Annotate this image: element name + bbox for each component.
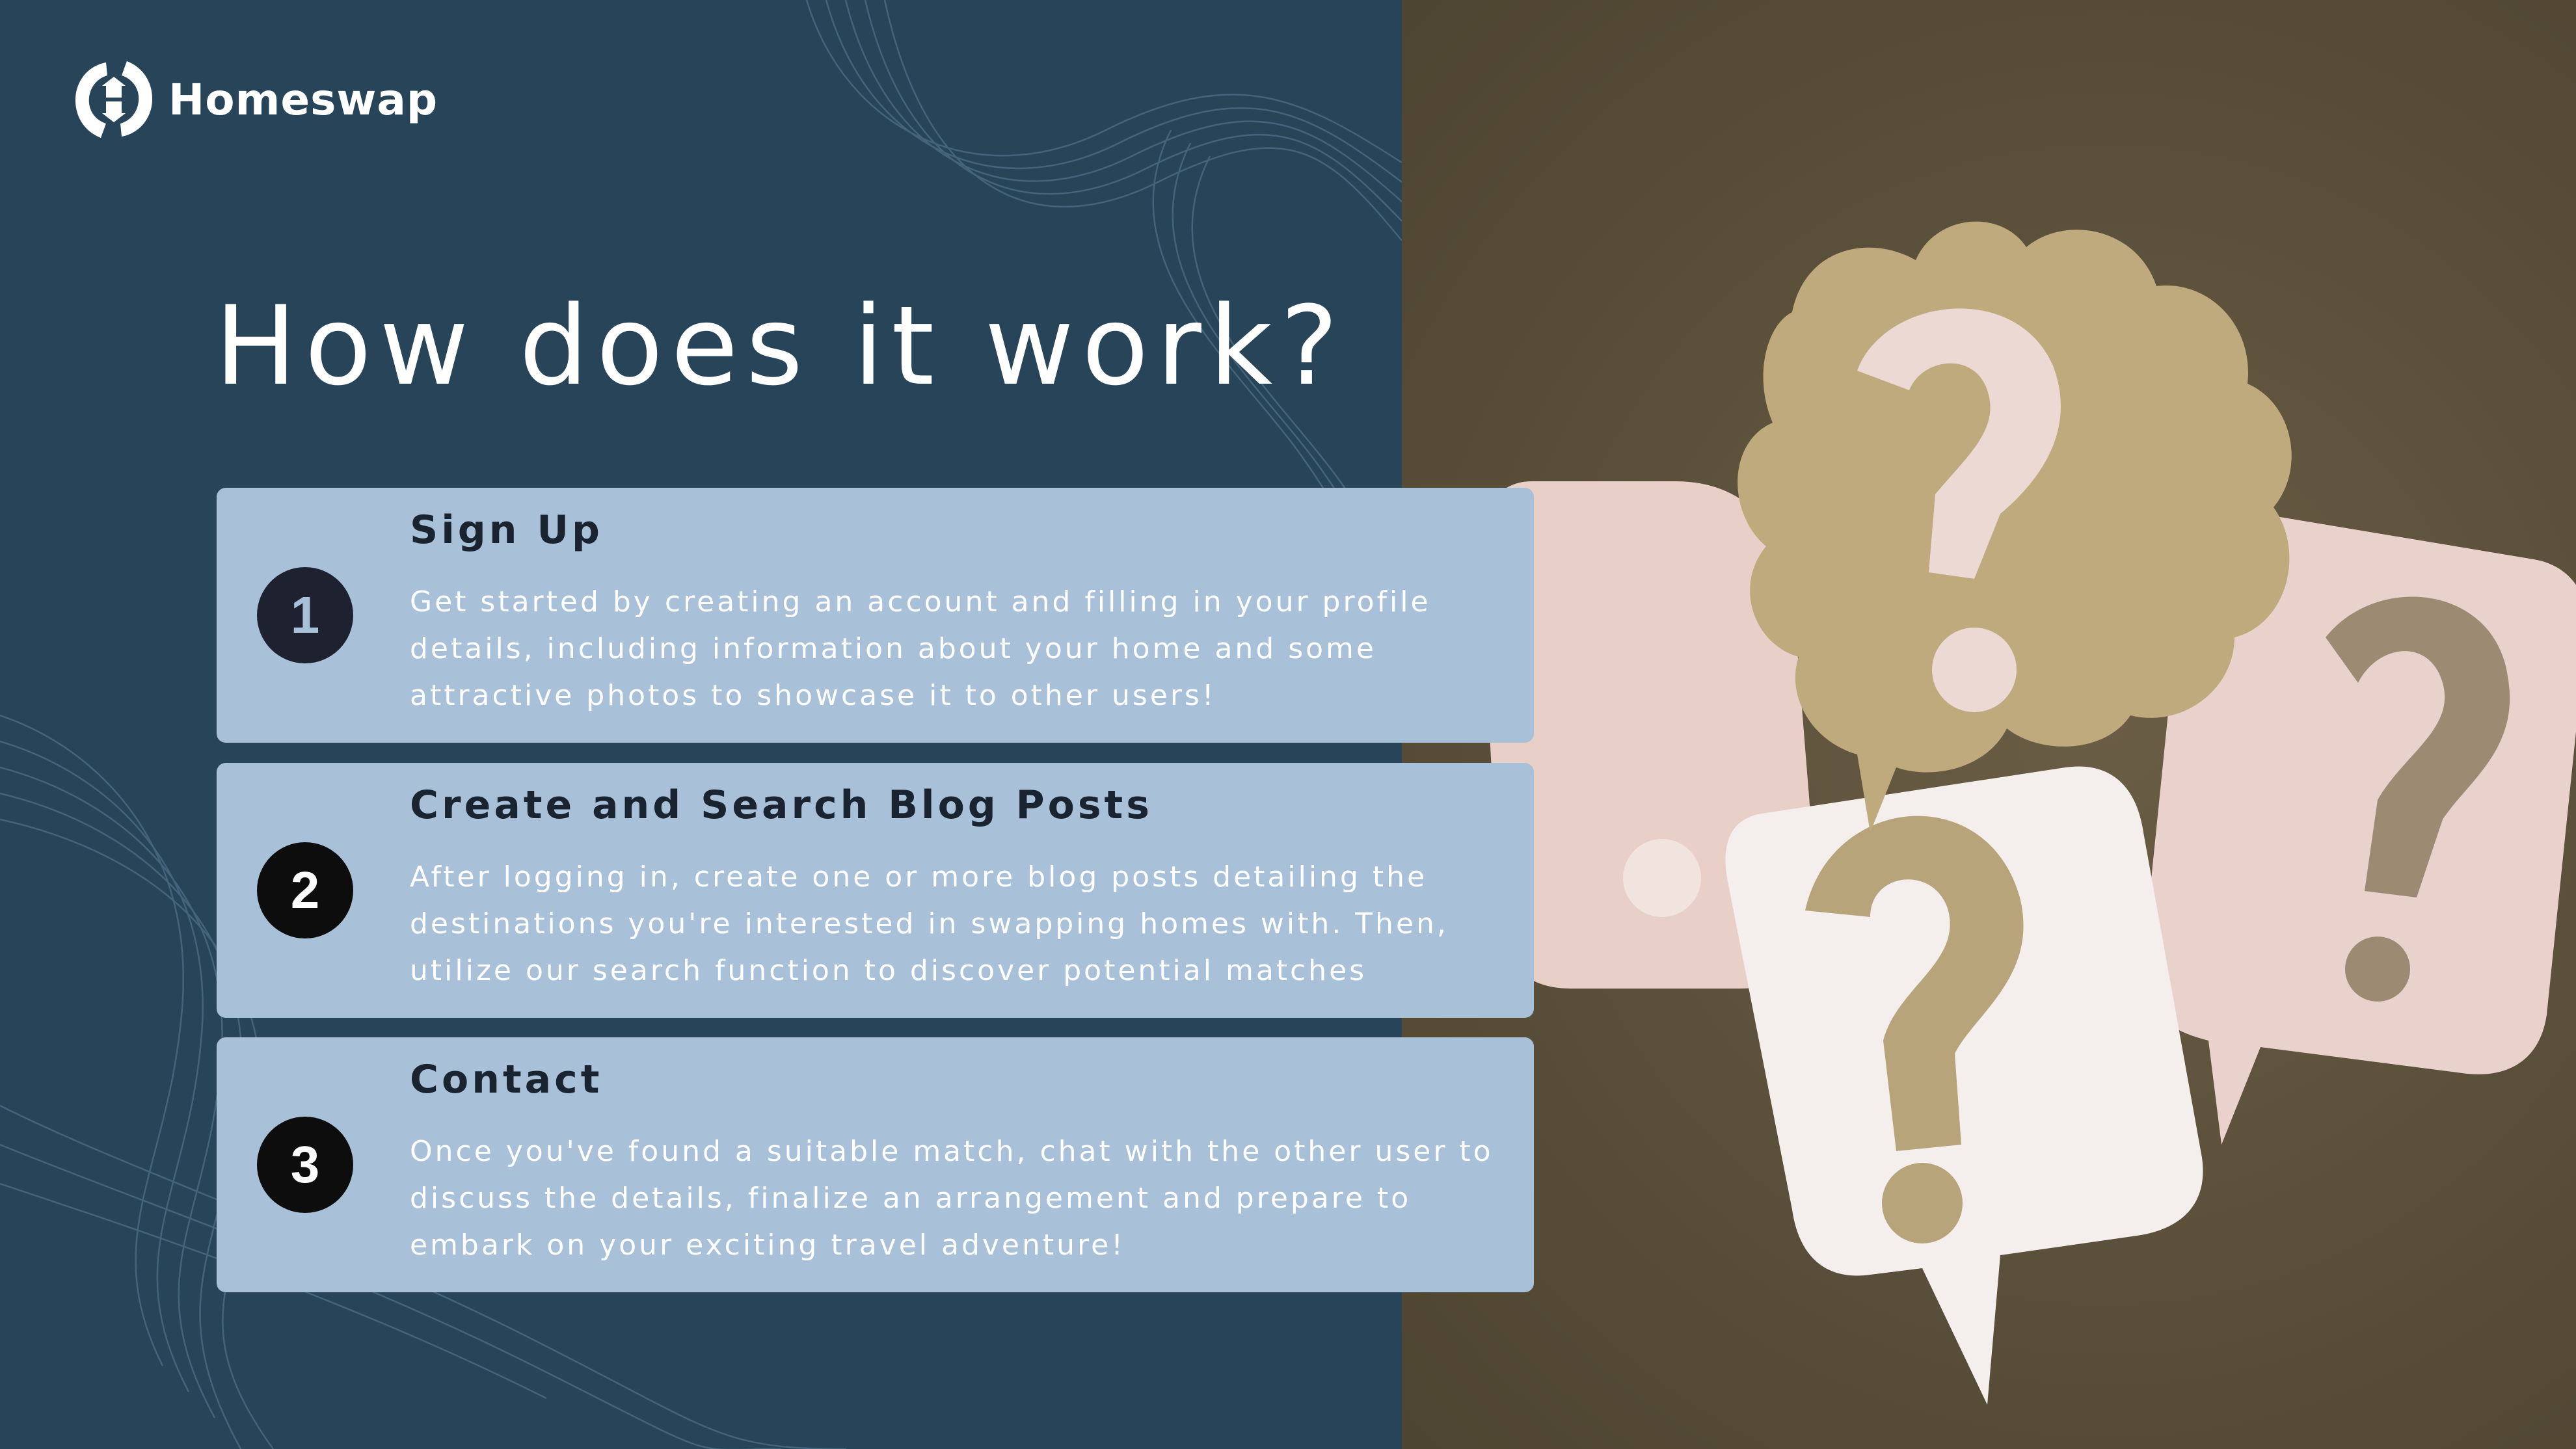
step-title: Contact xyxy=(410,1057,603,1102)
step-description: Once you've found a suitable match, chat… xyxy=(410,1135,1494,1262)
step-number-badge: 1 xyxy=(257,567,353,663)
step-description: Get started by creating an account and f… xyxy=(410,585,1431,712)
step-number-badge: 2 xyxy=(257,842,353,938)
step-title: Create and Search Blog Posts xyxy=(410,782,1153,828)
brand-logo[interactable]: Homeswap xyxy=(68,57,438,142)
step-number-badge: 3 xyxy=(257,1117,353,1213)
question-marks-photo xyxy=(1402,0,2576,1449)
step-card-create-search: 2 Create and Search Blog Posts After log… xyxy=(217,763,1534,1018)
step-card-contact: 3 Contact Once you've found a suitable m… xyxy=(217,1037,1534,1292)
page-title: How does it work? xyxy=(215,282,1347,410)
step-description: After logging in, create one or more blo… xyxy=(410,860,1449,987)
step-title: Sign Up xyxy=(410,507,604,553)
step-card-sign-up: 1 Sign Up Get started by creating an acc… xyxy=(217,488,1534,743)
brand-name: Homeswap xyxy=(168,74,438,125)
homeswap-logo-icon xyxy=(75,61,153,138)
